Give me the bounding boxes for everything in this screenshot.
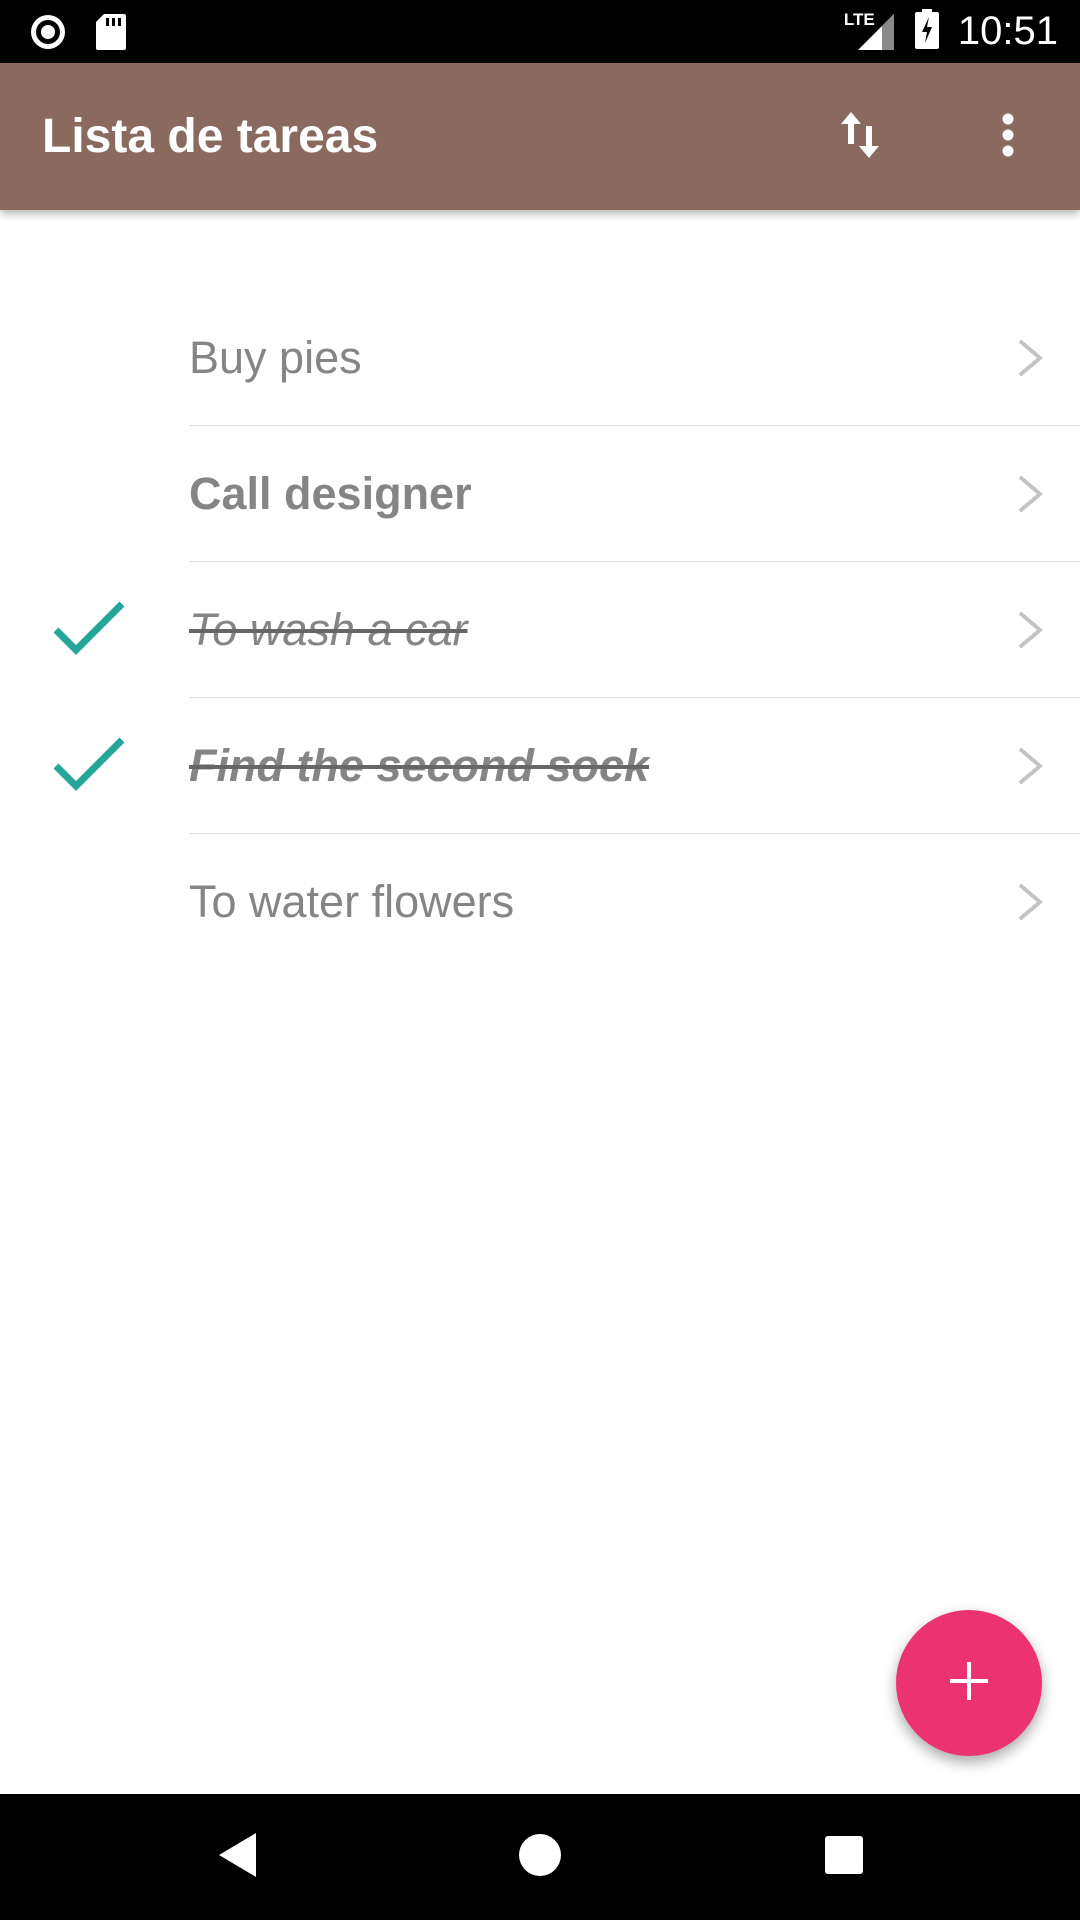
more-options-button[interactable] — [970, 99, 1046, 175]
task-title: Buy pies — [189, 332, 362, 383]
chevron-right-icon — [1014, 337, 1046, 379]
task-row[interactable]: To water flowers — [0, 834, 1080, 970]
sd-card-icon — [94, 12, 128, 57]
task-row[interactable]: Find the second sock — [0, 698, 1080, 834]
chevron-right-icon — [1014, 881, 1046, 923]
status-bar: LTE 10:51 — [0, 0, 1080, 63]
back-button[interactable] — [203, 1822, 273, 1892]
recents-button[interactable] — [809, 1822, 879, 1892]
signal-icon: LTE — [843, 9, 896, 52]
check-icon[interactable] — [50, 730, 130, 802]
add-task-button[interactable] — [896, 1610, 1042, 1756]
task-title: To water flowers — [189, 876, 515, 927]
nav-bar — [0, 1794, 1080, 1920]
sort-icon — [838, 110, 882, 165]
task-title: Find the second sock — [189, 740, 650, 791]
battery-charging-icon — [914, 9, 940, 54]
home-icon — [517, 1832, 563, 1883]
chevron-right-icon — [1014, 473, 1046, 515]
recents-icon — [824, 1835, 864, 1880]
home-button[interactable] — [505, 1822, 575, 1892]
more-vert-icon — [1000, 113, 1016, 162]
task-title: To wash a car — [189, 604, 468, 655]
record-icon — [28, 12, 68, 57]
back-icon — [216, 1830, 260, 1885]
task-list: Buy pies Call designer To wash a car Fin… — [0, 290, 1080, 970]
task-title: Call designer — [189, 468, 472, 519]
chevron-right-icon — [1014, 745, 1046, 787]
task-row[interactable]: Buy pies — [0, 290, 1080, 426]
screen: LTE 10:51 Lista de tareas Buy pies Call … — [0, 0, 1080, 1920]
app-bar: Lista de tareas — [0, 63, 1080, 210]
app-title: Lista de tareas — [42, 110, 379, 163]
sort-button[interactable] — [822, 99, 898, 175]
task-row[interactable]: Call designer — [0, 426, 1080, 562]
check-icon[interactable] — [50, 594, 130, 666]
task-row[interactable]: To wash a car — [0, 562, 1080, 698]
chevron-right-icon — [1014, 609, 1046, 651]
network-type-label: LTE — [843, 9, 875, 29]
status-time: 10:51 — [957, 9, 1058, 53]
add-icon — [946, 1658, 992, 1709]
